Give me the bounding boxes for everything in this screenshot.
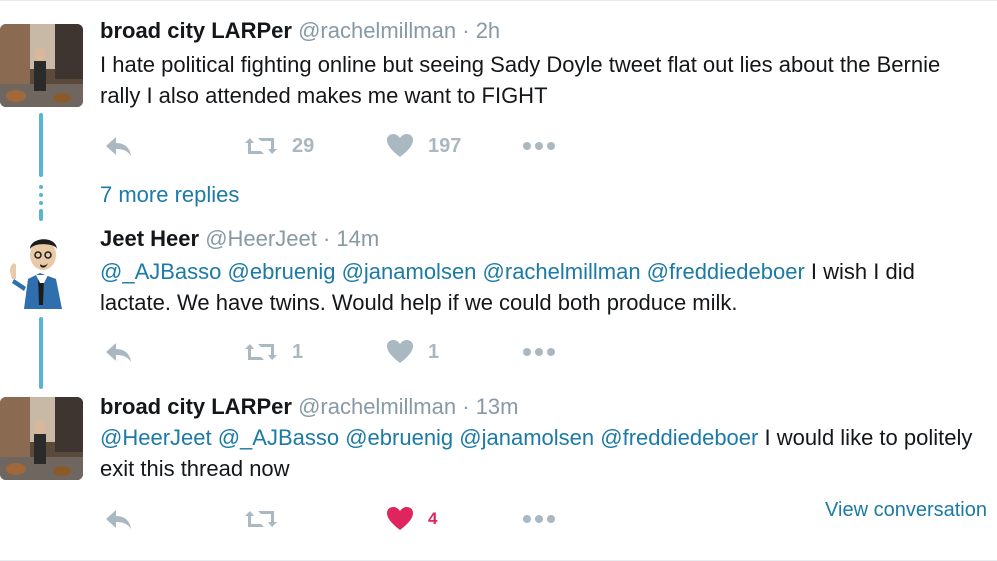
more-button[interactable] [522, 337, 556, 367]
retweet-button[interactable]: 29 [244, 131, 314, 161]
avatar-photo-street [0, 24, 83, 107]
display-name[interactable]: broad city LARPer [100, 394, 292, 419]
retweet-button[interactable]: 1 [244, 337, 303, 367]
retweet-count: 29 [292, 134, 315, 157]
more-button[interactable] [522, 131, 556, 161]
retweet-icon [244, 341, 278, 363]
thread-line [39, 113, 43, 177]
heart-icon [386, 133, 414, 159]
like-count: 1 [428, 340, 440, 363]
username[interactable]: @rachelmillman [298, 394, 456, 419]
username[interactable]: @HeerJeet [205, 226, 317, 251]
tweet-text: I hate political fighting online but see… [100, 52, 941, 108]
like-button[interactable]: 197 [386, 131, 461, 161]
more-icon [522, 141, 556, 151]
avatar[interactable] [0, 24, 83, 107]
reply-icon [104, 135, 132, 157]
avatar-illustration [0, 227, 83, 310]
thread-line [39, 209, 43, 221]
timestamp[interactable]: 2h [476, 18, 500, 43]
timestamp[interactable]: 13m [476, 394, 519, 419]
thread-dot [39, 193, 43, 197]
timestamp[interactable]: 14m [336, 226, 379, 251]
display-name[interactable]: Jeet Heer [100, 226, 199, 251]
heart-icon [386, 506, 414, 532]
tweet-actions: 29 197 [100, 131, 980, 161]
thread-line [39, 317, 43, 389]
avatar-photo-street [0, 397, 83, 480]
reply-icon [104, 341, 132, 363]
reply-button[interactable] [104, 337, 132, 367]
reply-icon [104, 508, 132, 530]
thread-dot [39, 201, 43, 205]
avatar[interactable] [0, 397, 83, 480]
more-icon [522, 514, 556, 524]
like-button[interactable]: 4 [386, 504, 437, 534]
thread-dot [39, 185, 43, 189]
retweet-count: 1 [292, 340, 304, 363]
like-count: 4 [428, 509, 438, 528]
retweet-button[interactable] [244, 504, 292, 534]
heart-icon [386, 339, 414, 365]
like-count: 197 [428, 134, 462, 157]
reply-button[interactable] [104, 131, 132, 161]
tweet-header: Jeet Heer @HeerJeet · 14m [100, 226, 379, 252]
reply-button[interactable] [104, 504, 132, 534]
tweet-text: @_AJBasso @ebruenig @janamolsen @rachelm… [100, 256, 980, 318]
conversation-thread: broad city LARPer @rachelmillman · 2h I … [0, 0, 997, 561]
tweet-text: @HeerJeet @_AJBasso @ebruenig @janamolse… [100, 422, 980, 484]
more-replies-link[interactable]: 7 more replies [100, 182, 239, 208]
tweet-actions: 1 1 [100, 337, 980, 367]
tweet-header: broad city LARPer @rachelmillman · 2h [100, 18, 500, 44]
like-button[interactable]: 1 [386, 337, 439, 367]
separator: · [462, 18, 470, 43]
separator: · [462, 394, 470, 419]
tweet-header: broad city LARPer @rachelmillman · 13m [100, 394, 518, 420]
separator: · [322, 226, 331, 251]
retweet-icon [244, 135, 278, 157]
display-name[interactable]: broad city LARPer [100, 18, 292, 43]
avatar[interactable] [0, 227, 83, 310]
more-icon [522, 347, 556, 357]
view-conversation-link[interactable]: View conversation [825, 499, 987, 522]
retweet-icon [244, 508, 278, 530]
mention-links[interactable]: @_AJBasso @ebruenig @janamolsen @rachelm… [100, 259, 805, 284]
mention-links[interactable]: @HeerJeet @_AJBasso @ebruenig @janamolse… [100, 425, 758, 450]
username[interactable]: @rachelmillman [298, 18, 456, 43]
more-button[interactable] [522, 504, 556, 534]
